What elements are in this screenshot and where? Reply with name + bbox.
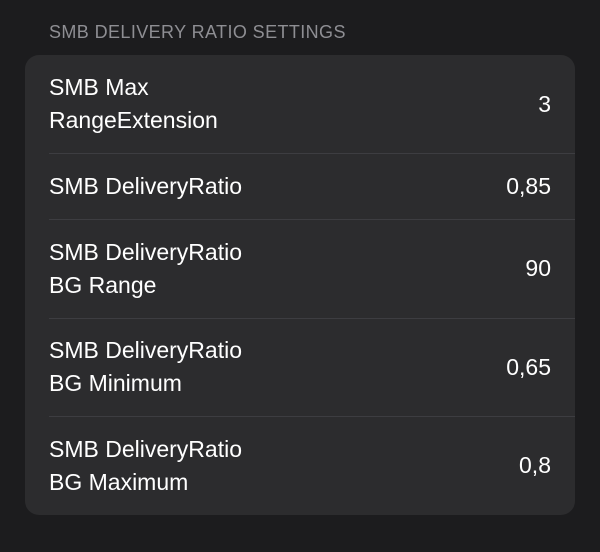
setting-value: 90	[525, 255, 551, 281]
setting-row-smb-delivery-ratio-bg-maximum[interactable]: SMB DeliveryRatio BG Maximum 0,8	[25, 416, 575, 515]
setting-label: SMB DeliveryRatio	[49, 172, 242, 199]
settings-card: SMB Max RangeExtension 3 SMB DeliveryRat…	[25, 55, 575, 515]
setting-row-smb-delivery-ratio-bg-range[interactable]: SMB DeliveryRatio BG Range 90	[25, 219, 575, 318]
setting-label: SMB DeliveryRatio BG Range	[49, 238, 242, 298]
section-header: SMB DELIVERY RATIO SETTINGS	[49, 22, 346, 42]
setting-value: 0,85	[506, 172, 551, 199]
setting-value: 0,8	[519, 452, 551, 478]
setting-row-smb-delivery-ratio[interactable]: SMB DeliveryRatio 0,85	[25, 153, 575, 219]
setting-row-smb-max-range-extension[interactable]: SMB Max RangeExtension 3	[25, 55, 575, 153]
setting-value: 0,65	[506, 353, 551, 380]
setting-label: SMB Max RangeExtension	[49, 74, 218, 133]
setting-row-smb-delivery-ratio-bg-minimum[interactable]: SMB DeliveryRatio BG Minimum 0,65	[25, 318, 575, 416]
setting-value: 3	[538, 90, 551, 117]
setting-label: SMB DeliveryRatio BG Maximum	[49, 435, 242, 495]
setting-label: SMB DeliveryRatio BG Minimum	[49, 337, 242, 396]
